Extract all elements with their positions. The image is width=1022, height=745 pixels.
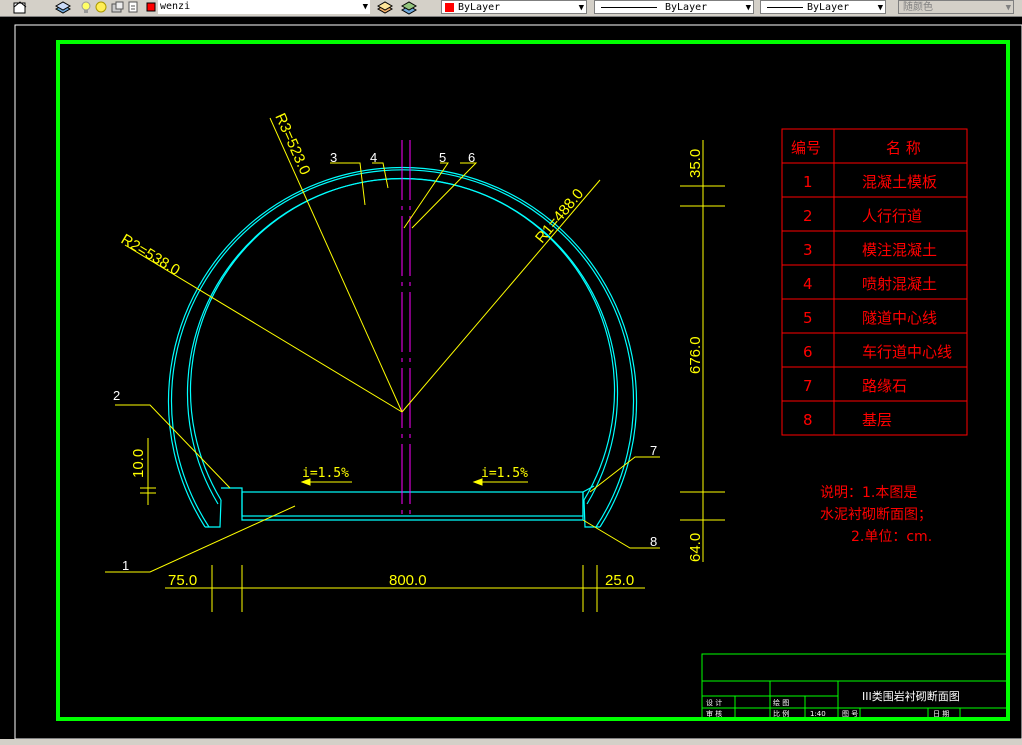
callout-6-leader bbox=[411, 162, 478, 229]
callout-3: 3 bbox=[330, 150, 337, 165]
r2-label: R2=538.0 bbox=[118, 231, 183, 279]
legend-row-7-name: 路缘石 bbox=[862, 377, 907, 395]
tb-date-label: 日 期 bbox=[933, 710, 949, 718]
dim-bottom-right: 25.0 bbox=[605, 572, 634, 589]
radius-lines bbox=[105, 117, 725, 612]
right-foot bbox=[583, 499, 600, 528]
status-strip bbox=[0, 739, 1022, 745]
legend-row-8-name: 基层 bbox=[862, 411, 892, 429]
callout-5-leader bbox=[403, 162, 449, 229]
left-foot bbox=[205, 499, 222, 528]
note-line-3: 2.单位：cm. bbox=[851, 529, 932, 545]
tb-title: III类围岩衬砌断面图 bbox=[862, 689, 960, 703]
centerlines bbox=[401, 140, 411, 520]
legend-row-2-no: 2 bbox=[803, 207, 813, 225]
legend-row-1-no: 1 bbox=[803, 173, 813, 191]
legend-row-5-no: 5 bbox=[803, 309, 813, 327]
dim-left-small: 10.0 bbox=[130, 449, 147, 478]
dim-bottom-middle: 800.0 bbox=[389, 572, 427, 589]
note-line-2: 水泥衬砌断面图； bbox=[820, 507, 932, 523]
callout-3-leader bbox=[330, 162, 366, 206]
callout-4-leader bbox=[372, 162, 389, 189]
legend-header-no: 编号 bbox=[791, 139, 821, 157]
tb-design-label: 设 计 bbox=[706, 698, 722, 707]
legend-row-3-no: 3 bbox=[803, 241, 813, 259]
road-pavement bbox=[241, 491, 584, 517]
dim-right-middle: 676.0 bbox=[687, 336, 704, 374]
legend-row-4-name: 喷射混凝土 bbox=[862, 275, 937, 293]
tb-scale-label: 比 例 bbox=[773, 709, 789, 718]
callout-2: 2 bbox=[113, 388, 120, 403]
legend-row-1-name: 混凝土模板 bbox=[862, 173, 937, 191]
tb-scale-value: 1:40 bbox=[810, 710, 826, 718]
callout-4: 4 bbox=[370, 150, 377, 165]
legend-row-8-no: 8 bbox=[803, 411, 813, 429]
drawing-canvas[interactable]: R3=523.0 R2=538.0 R1=488.0 1 2 3 4 5 6 7… bbox=[0, 0, 1022, 745]
tb-review-label: 审 核 bbox=[706, 709, 722, 718]
dim-right-top: 35.0 bbox=[687, 149, 704, 178]
legend-row-6-no: 6 bbox=[803, 343, 813, 361]
dim-right-bottom: 64.0 bbox=[687, 533, 704, 562]
legend-row-2-name: 人行行道 bbox=[862, 207, 922, 225]
callout-1: 1 bbox=[122, 558, 129, 573]
tunnel-section bbox=[167, 166, 638, 528]
legend-row-4-no: 4 bbox=[803, 275, 813, 293]
legend-row-6-name: 车行道中心线 bbox=[862, 343, 952, 361]
outer-lining-arc bbox=[167, 166, 638, 528]
callout-5: 5 bbox=[439, 150, 446, 165]
tb-drawing-label: 绘 图 bbox=[773, 698, 789, 707]
callout-8-leader bbox=[582, 519, 660, 549]
callout-8: 8 bbox=[650, 534, 657, 549]
note-line-1: 说明：1.本图是 bbox=[820, 485, 917, 501]
tb-sheet-label: 图 号 bbox=[842, 710, 858, 718]
slope-right-label: i=1.5% bbox=[481, 466, 528, 481]
dim-bottom-left: 75.0 bbox=[168, 572, 197, 589]
legend-header-name: 名 称 bbox=[886, 139, 921, 157]
legend-row-3-name: 模注混凝土 bbox=[862, 241, 937, 259]
legend-row-7-no: 7 bbox=[803, 377, 813, 395]
slope-left-label: i=1.5% bbox=[302, 466, 349, 481]
callout-7: 7 bbox=[650, 443, 657, 458]
legend-row-5-name: 隧道中心线 bbox=[862, 309, 937, 327]
callout-6: 6 bbox=[468, 150, 475, 165]
